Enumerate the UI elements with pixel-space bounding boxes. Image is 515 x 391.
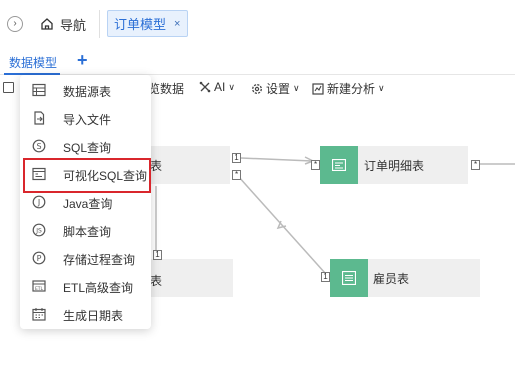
menu-item-stored-procedure-query[interactable]: P 存储过程查询 bbox=[20, 244, 151, 272]
menu-item-generate-date-table[interactable]: 生成日期表 bbox=[20, 300, 151, 328]
collapse-sidebar-button[interactable]: › bbox=[7, 16, 23, 32]
menu-item-label: 脚本查询 bbox=[63, 225, 112, 239]
preview-data-label: 览数据 bbox=[148, 82, 185, 96]
model-node-left-top-label: 表 bbox=[150, 159, 163, 173]
table-node-icon bbox=[320, 146, 358, 184]
script-icon: JS bbox=[32, 223, 46, 237]
menu-item-datasource-table[interactable]: 数据源表 bbox=[20, 76, 151, 104]
menu-item-label: 生成日期表 bbox=[63, 309, 124, 323]
gear-icon bbox=[252, 83, 262, 94]
sql-icon: S bbox=[32, 139, 46, 153]
chevron-right-icon: › bbox=[13, 18, 17, 29]
save-icon[interactable] bbox=[3, 82, 14, 93]
chevron-down-icon: ∨ bbox=[293, 83, 300, 93]
nav-home-label: 导航 bbox=[60, 17, 87, 33]
nav-home-link[interactable]: 导航 bbox=[40, 14, 86, 34]
calendar-icon bbox=[32, 308, 46, 321]
preview-data-button[interactable]: 览数据 bbox=[148, 80, 184, 97]
procedure-icon: P bbox=[32, 251, 46, 265]
tab-order-model-label: 订单模型 bbox=[114, 17, 167, 32]
close-icon[interactable]: × bbox=[174, 18, 180, 30]
svg-text:J: J bbox=[37, 198, 40, 207]
model-node-left-bottom-label: 表 bbox=[150, 274, 163, 288]
chevron-down-icon: ∨ bbox=[378, 83, 385, 93]
home-icon bbox=[41, 18, 53, 30]
ai-menu-button[interactable]: AI ∨ bbox=[199, 80, 235, 94]
menu-item-import-file[interactable]: 导入文件 bbox=[20, 104, 151, 132]
etl-icon: ETL bbox=[32, 280, 46, 292]
menu-item-label: ETL高级查询 bbox=[63, 281, 134, 295]
tab-order-model[interactable]: 订单模型 × bbox=[107, 10, 189, 37]
relation-port-many: * bbox=[471, 160, 480, 170]
settings-menu-button[interactable]: 设置 ∨ bbox=[251, 80, 300, 97]
svg-text:JS: JS bbox=[35, 228, 42, 235]
menu-item-label: 导入文件 bbox=[63, 113, 112, 127]
menu-item-etl-advanced-query[interactable]: ETL ETL高级查询 bbox=[20, 272, 151, 300]
ai-label: AI bbox=[214, 80, 226, 94]
relation-port-many: * bbox=[232, 170, 241, 180]
import-file-icon bbox=[34, 111, 45, 125]
new-analysis-label: 新建分析 bbox=[327, 82, 376, 96]
chevron-down-icon: ∨ bbox=[228, 81, 235, 92]
sub-tab-bar: 数据模型 + bbox=[0, 48, 515, 75]
java-icon: J bbox=[32, 195, 46, 209]
relation-port-many: * bbox=[311, 160, 320, 170]
add-table-menu: 数据源表 导入文件 S SQL查询 可视化SQL查询 J Java查询 JS 脚… bbox=[20, 75, 151, 329]
table-icon bbox=[342, 271, 356, 285]
analysis-icon bbox=[312, 82, 324, 95]
svg-text:S: S bbox=[36, 142, 41, 151]
menu-item-script-query[interactable]: JS 脚本查询 bbox=[20, 216, 151, 244]
top-nav-bar: › 导航 订单模型 × bbox=[0, 0, 515, 48]
relation-port-one: 1 bbox=[321, 272, 330, 282]
relation-port-one: 1 bbox=[153, 250, 162, 260]
relation-port-one: 1 bbox=[232, 153, 241, 163]
svg-text:P: P bbox=[37, 254, 42, 263]
svg-text:ETL: ETL bbox=[35, 286, 44, 292]
new-analysis-menu-button[interactable]: 新建分析 ∨ bbox=[312, 80, 385, 97]
table-icon bbox=[32, 83, 46, 97]
menu-item-label: SQL查询 bbox=[63, 141, 112, 155]
app-root: › 导航 订单模型 × 数据模型 + 览数据 AI ∨ 设置 ∨ 新建分析 ∨ … bbox=[0, 0, 515, 391]
add-tab-button[interactable]: + bbox=[77, 49, 88, 71]
table-node-icon bbox=[330, 259, 368, 297]
menu-item-label: Java查询 bbox=[63, 197, 113, 211]
menu-item-label: 存储过程查询 bbox=[63, 253, 136, 267]
model-node-employee-label: 雇员表 bbox=[373, 272, 410, 286]
model-node-order-detail-label: 订单明细表 bbox=[364, 159, 425, 173]
nav-divider bbox=[99, 10, 100, 38]
tab-data-model[interactable]: 数据模型 bbox=[9, 54, 57, 71]
highlight-annotation-box bbox=[23, 158, 151, 193]
menu-item-sql-query[interactable]: S SQL查询 bbox=[20, 132, 151, 160]
menu-item-label: 数据源表 bbox=[63, 85, 112, 99]
settings-label: 设置 bbox=[266, 82, 291, 96]
table-icon bbox=[332, 159, 346, 171]
ai-icon bbox=[199, 81, 211, 93]
